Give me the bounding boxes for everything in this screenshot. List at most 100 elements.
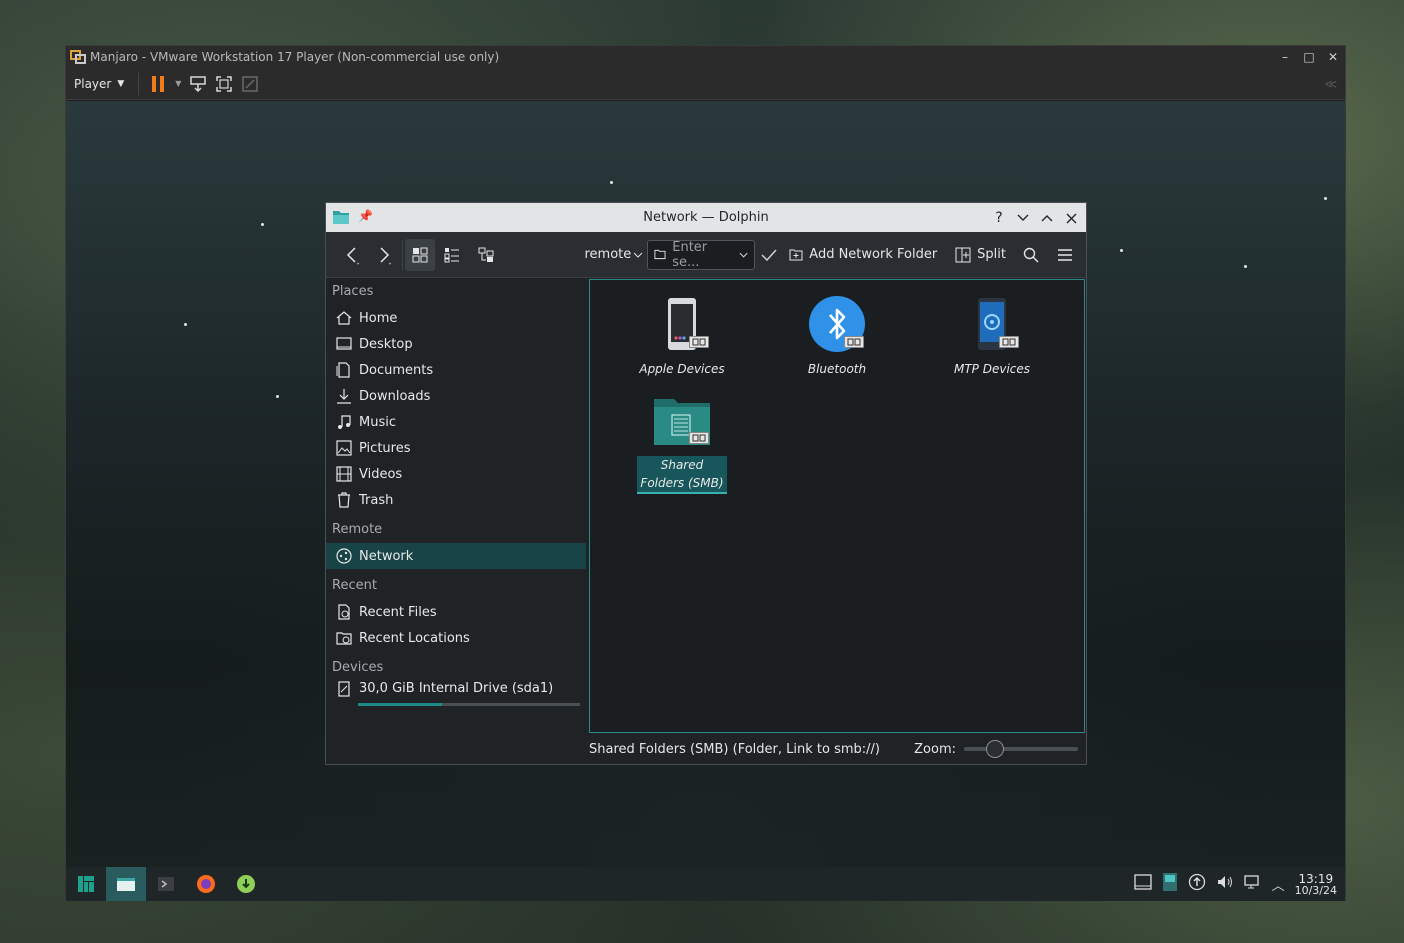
- confirm-location-button[interactable]: [755, 239, 783, 271]
- item-apple-devices[interactable]: Apple Devices: [627, 292, 737, 378]
- zoom-slider-handle[interactable]: [985, 740, 1004, 758]
- maximize-button[interactable]: [1036, 207, 1058, 229]
- clipboard-icon[interactable]: [1162, 872, 1178, 896]
- close-button[interactable]: [1060, 207, 1082, 229]
- vmware-close-button[interactable]: ✕: [1321, 50, 1345, 64]
- dolphin-window: 📌 Network — Dolphin ? remote Enter se...…: [325, 202, 1087, 765]
- star: [276, 395, 279, 398]
- taskbar-item-software-manager[interactable]: [226, 867, 266, 901]
- volume-icon[interactable]: [1216, 874, 1234, 894]
- forward-arrow-icon: [380, 246, 392, 265]
- close-icon: [1066, 213, 1076, 223]
- status-bar: Shared Folders (SMB) (Folder, Link to sm…: [589, 736, 1082, 762]
- documents-icon: [336, 362, 352, 378]
- file-view[interactable]: Apple Devices Bluetooth MTP Devices Shar…: [589, 279, 1085, 733]
- unity-icon: [242, 75, 259, 92]
- sidebar-item-music[interactable]: Music: [326, 409, 586, 435]
- sidebar-item-trash[interactable]: Trash: [326, 487, 586, 513]
- help-button[interactable]: ?: [988, 207, 1010, 229]
- back-arrow-icon: [346, 246, 360, 265]
- minimize-button[interactable]: [1012, 207, 1034, 229]
- show-desktop-icon[interactable]: [1133, 874, 1152, 894]
- add-network-folder-button[interactable]: Add Network Folder: [783, 239, 943, 271]
- location-label: remote: [584, 247, 632, 262]
- link-badge-icon: [844, 336, 864, 348]
- vmware-toolbar: Player ▼ ▼ ≪: [66, 68, 1345, 100]
- vmware-maximize-button[interactable]: □: [1297, 50, 1321, 64]
- clock[interactable]: 13:19 10/3/24: [1295, 873, 1337, 896]
- collapse-toolbar-icon[interactable]: ≪: [1324, 77, 1337, 91]
- taskbar-item-firefox[interactable]: [186, 867, 226, 901]
- pause-button[interactable]: [145, 72, 171, 96]
- sidebar-item-recent-locations[interactable]: Recent Locations: [326, 625, 586, 651]
- chevron-down-icon: ▼: [117, 78, 125, 89]
- sidebar-item-videos[interactable]: Videos: [326, 461, 586, 487]
- desktop-icon: [336, 336, 352, 352]
- application-launcher-button[interactable]: [66, 867, 106, 901]
- network-status-icon[interactable]: [1243, 874, 1262, 894]
- firefox-icon: [197, 875, 215, 893]
- updates-icon[interactable]: [1188, 873, 1206, 895]
- location-dropdown[interactable]: remote: [585, 247, 644, 262]
- sidebar-item-home[interactable]: Home: [326, 305, 586, 331]
- clock-date: 10/3/24: [1294, 883, 1337, 897]
- split-button[interactable]: Split: [947, 239, 1014, 271]
- send-ctrl-alt-del-button[interactable]: [185, 72, 211, 96]
- unity-button[interactable]: [237, 72, 263, 96]
- search-input[interactable]: Enter se...: [647, 239, 756, 270]
- star: [1244, 265, 1247, 268]
- hamburger-menu-button[interactable]: [1048, 239, 1082, 271]
- item-mtp-devices[interactable]: MTP Devices: [937, 292, 1047, 378]
- taskbar-item-terminal[interactable]: [146, 867, 186, 901]
- sidebar-item-documents[interactable]: Documents: [326, 357, 586, 383]
- sidebar-item-recent-files[interactable]: Recent Files: [326, 599, 586, 625]
- section-header-devices: Devices: [332, 660, 384, 675]
- icons-view-button[interactable]: [405, 238, 435, 271]
- vmware-minimize-button[interactable]: –: [1273, 50, 1297, 64]
- pause-icon: [152, 75, 165, 92]
- sidebar-item-downloads[interactable]: Downloads: [326, 383, 586, 409]
- sidebar-item-network[interactable]: Network: [326, 543, 586, 569]
- back-button[interactable]: [336, 239, 368, 271]
- zoom-slider[interactable]: [964, 740, 1078, 758]
- chevron-up-icon[interactable]: ︿: [1272, 875, 1285, 894]
- item-bluetooth[interactable]: Bluetooth: [782, 292, 892, 378]
- star: [610, 181, 613, 184]
- power-dropdown-button[interactable]: ▼: [171, 72, 185, 96]
- clock-time: 13:19: [1298, 871, 1334, 886]
- checkmark-icon: [761, 248, 777, 261]
- sidebar-item-desktop[interactable]: Desktop: [326, 331, 586, 357]
- recent-files-icon: [336, 604, 352, 620]
- details-view-button[interactable]: [469, 239, 503, 271]
- compact-view-button[interactable]: [435, 239, 469, 271]
- sidebar-item-label: Trash: [359, 492, 394, 508]
- taskbar-item-dolphin[interactable]: [106, 867, 146, 901]
- tree-view-icon: [478, 247, 494, 262]
- chevron-down-icon: ▼: [175, 79, 182, 88]
- drive-icon: [336, 681, 352, 697]
- apple-devices-icon: [627, 292, 737, 356]
- downloads-icon: [336, 388, 352, 404]
- search-button[interactable]: [1014, 239, 1048, 271]
- sidebar-item-pictures[interactable]: Pictures: [326, 435, 586, 461]
- music-icon: [336, 414, 352, 430]
- sidebar-item-internal-drive[interactable]: 30,0 GiB Internal Drive (sda1): [326, 681, 586, 703]
- link-badge-icon: [999, 336, 1019, 348]
- item-shared-folders-smb[interactable]: Shared Folders (SMB): [627, 388, 737, 494]
- section-header-places: Places: [332, 284, 374, 299]
- sidebar-item-label: Recent Locations: [359, 630, 470, 646]
- sidebar-item-label: Music: [359, 414, 396, 430]
- hamburger-menu-icon: [1058, 248, 1072, 261]
- forward-button[interactable]: [368, 239, 400, 271]
- pin-icon[interactable]: 📌: [358, 209, 373, 223]
- section-header-remote: Remote: [332, 522, 383, 537]
- fullscreen-button[interactable]: [211, 72, 237, 96]
- network-icon: [336, 548, 352, 564]
- mtp-devices-icon: [937, 292, 1047, 356]
- chevron-down-icon: [1017, 214, 1029, 221]
- system-tray: ︿ 13:19 10/3/24: [1133, 867, 1337, 901]
- star: [184, 323, 187, 326]
- section-header-recent: Recent: [332, 578, 377, 593]
- player-menu[interactable]: Player ▼: [66, 77, 132, 91]
- pictures-icon: [336, 440, 352, 456]
